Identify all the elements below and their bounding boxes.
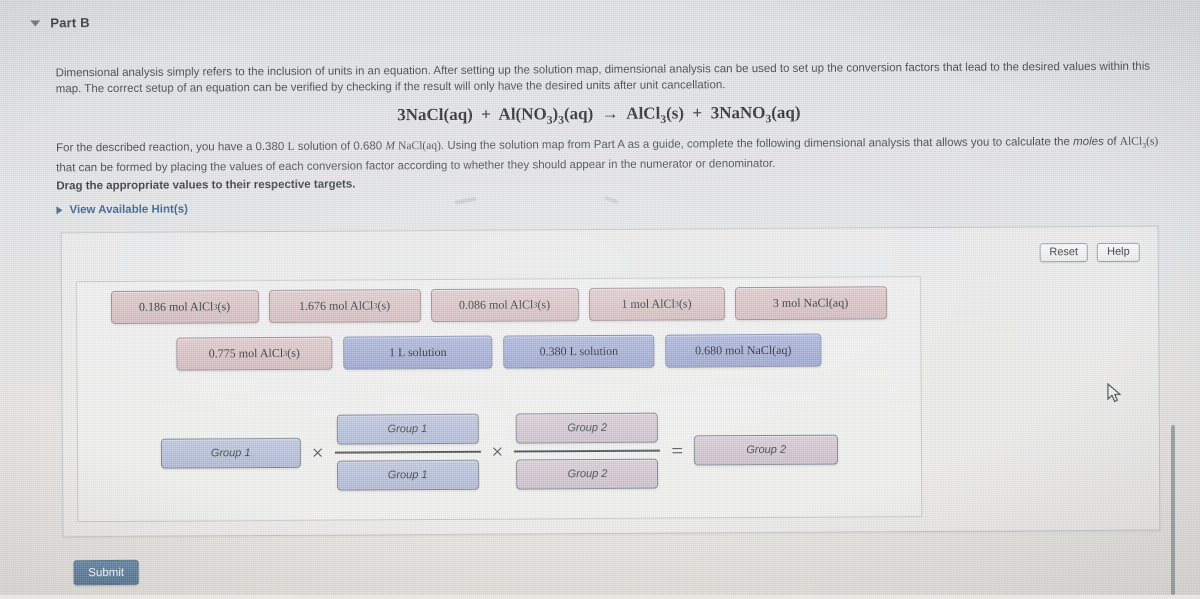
multiply-operator-1: ×	[311, 440, 324, 465]
draggable-tile[interactable]: 1 L solution	[343, 335, 493, 370]
draggable-tile[interactable]: 3 mol NaCl(aq)	[734, 286, 887, 321]
part-header: Part B	[30, 15, 90, 30]
draggable-tile[interactable]: 0.186 mol AlCl 3 (s)	[110, 290, 259, 324]
drop-slot-denominator-1[interactable]: Group 1	[336, 459, 479, 491]
drop-slot-denominator-2[interactable]: Group 2	[516, 458, 659, 490]
screen-surface: Part B Dimensional analysis simply refer…	[0, 0, 1200, 595]
draggable-tile[interactable]: 1 mol AlCl 3 (s)	[588, 287, 725, 322]
product-formula: AlCl3(s)	[1119, 135, 1159, 150]
conversion-factor-1: Group 1 Group 1	[334, 413, 481, 491]
page-title: Part B	[50, 15, 90, 31]
help-button[interactable]: Help	[1097, 242, 1140, 262]
tile-bank: 0.186 mol AlCl 3 (s) 1.676 mol AlCl 3 (s) 0.08…	[77, 277, 920, 371]
problem-text-5: that can be formed by placing the values…	[56, 158, 776, 175]
screen-smudge	[454, 196, 477, 205]
view-hints-toggle[interactable]: View Available Hint(s)	[56, 204, 188, 217]
draggable-tile[interactable]: 0.380 L solution	[503, 334, 655, 369]
caret-right-icon	[56, 206, 63, 215]
drop-slot-result[interactable]: Group 2	[694, 434, 839, 466]
drop-slot-leading[interactable]: Group 1	[160, 437, 301, 469]
draggable-tile[interactable]: 0.775 mol AlCl 3 (s)	[176, 336, 333, 371]
equation-text: 3NaCl(aq) + Al(NO3)3(aq) → AlCl3(s) + 3N…	[397, 102, 801, 127]
moles-emphasis: moles	[1073, 135, 1104, 149]
submit-button[interactable]: Submit	[73, 559, 139, 586]
caret-down-icon[interactable]	[30, 19, 41, 26]
draggable-tile[interactable]: 0.680 mol NaCl(aq)	[665, 333, 822, 368]
view-hints-label: View Available Hint(s)	[69, 203, 188, 217]
tile-bank-row-2: 0.775 mol AlCl 3 (s) 1 L solution 0.380 L so…	[77, 333, 920, 371]
balanced-equation: 3NaCl(aq) + Al(NO3)3(aq) → AlCl3(s) + 3N…	[0, 100, 1199, 130]
fraction-bar-2	[514, 449, 661, 453]
equals-operator: =	[671, 437, 684, 463]
answer-panel: Reset Help 0.186 mol AlCl 3 (s) 1.676 mol A…	[60, 225, 1161, 538]
solute-formula: NaCl(aq)	[398, 139, 441, 153]
problem-text-3: . Using the solution map from Part A as …	[440, 136, 1074, 152]
draggable-tile[interactable]: 1.676 mol AlCl 3 (s)	[268, 289, 421, 324]
problem-text-1: For the described reaction, you have a 0…	[56, 140, 288, 155]
multiply-operator-2: ×	[491, 439, 504, 464]
drag-instruction: Drag the appropriate values to their res…	[56, 178, 356, 193]
conversion-factor-2: Group 2 Group 2	[514, 412, 661, 490]
page-scrollbar[interactable]	[1171, 425, 1175, 595]
intro-paragraph: Dimensional analysis simply refers to th…	[55, 60, 1151, 96]
reset-button[interactable]: Reset	[1039, 243, 1089, 263]
drop-slot-numerator-2[interactable]: Group 2	[516, 412, 659, 444]
dimensional-analysis-expression: Group 1 × Group 1 Group 1 × Group 2 Grou…	[78, 389, 922, 514]
problem-text-2: solution of 0.680	[294, 140, 386, 153]
fraction-bar-1	[334, 450, 481, 454]
drag-drop-region: 0.186 mol AlCl 3 (s) 1.676 mol AlCl 3 (s) 0.08…	[75, 276, 923, 523]
molarity-symbol: M	[385, 140, 395, 153]
draggable-tile[interactable]: 0.086 mol AlCl 3 (s)	[430, 288, 579, 323]
drop-slot-numerator-1[interactable]: Group 1	[336, 413, 479, 445]
problem-paragraph: For the described reaction, you have a 0…	[56, 134, 1162, 177]
problem-text-4: of	[1103, 135, 1120, 148]
panel-toolbar: Reset Help	[1039, 242, 1140, 263]
mouse-cursor-icon	[1107, 382, 1123, 409]
tile-bank-row-1: 0.186 mol AlCl 3 (s) 1.676 mol AlCl 3 (s) 0.08…	[77, 286, 920, 324]
screen-smudge	[604, 195, 619, 204]
